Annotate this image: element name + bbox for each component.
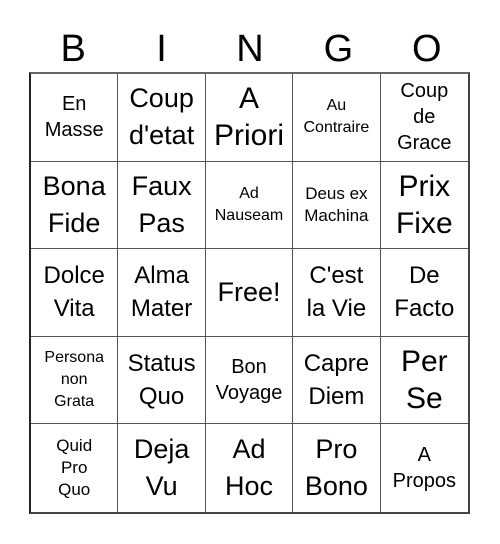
bingo-header: B I N G O [29,26,471,72]
header-letter-g: G [323,28,354,70]
bingo-cell[interactable]: Faux Pas [118,161,206,250]
bingo-cell[interactable]: Pro Bono [293,424,381,512]
bingo-cell[interactable]: Capre Diem [293,336,381,425]
header-letter-b: B [60,28,86,70]
bingo-cell[interactable]: Au Contraire [293,74,381,162]
header-letter-i: I [156,28,167,70]
bingo-cell[interactable]: De Facto [380,249,468,337]
bingo-cell[interactable]: Bon Voyage [205,336,294,425]
bingo-cell[interactable]: Status Quo [118,336,206,425]
bingo-cell[interactable]: Deja Vu [118,424,206,512]
bingo-cell[interactable]: Ad Nauseam [205,161,294,250]
bingo-cell[interactable]: En Masse [31,74,119,162]
bingo-cell[interactable]: Prix Fixe [380,162,468,250]
bingo-cell[interactable]: Persona non Grata [31,336,119,425]
bingo-cell[interactable]: C'est la Vie [293,249,381,337]
bingo-cell[interactable]: Deus ex Machina [293,161,381,250]
header-letter-n: N [236,28,264,70]
bingo-cell[interactable]: Alma Mater [118,249,206,337]
bingo-cell[interactable]: Bona Fide [31,161,119,250]
bingo-cell[interactable]: A Priori [205,74,294,162]
bingo-cell[interactable]: A Propos [381,424,468,512]
bingo-cell[interactable]: Coup d'etat [118,74,206,162]
header-letter-o: O [411,28,442,70]
bingo-grid: En Masse Coup d'etat A Priori Au Contrai… [29,72,470,514]
bingo-cell[interactable]: Dolce Vita [31,249,119,337]
free-space-cell[interactable]: Free! [205,249,294,337]
bingo-cell[interactable]: Coup de Grace [380,74,468,162]
bingo-cell[interactable]: Per Se [380,337,468,425]
bingo-cell[interactable]: Quid Pro Quo [31,424,119,512]
bingo-cell[interactable]: Ad Hoc [206,424,294,512]
